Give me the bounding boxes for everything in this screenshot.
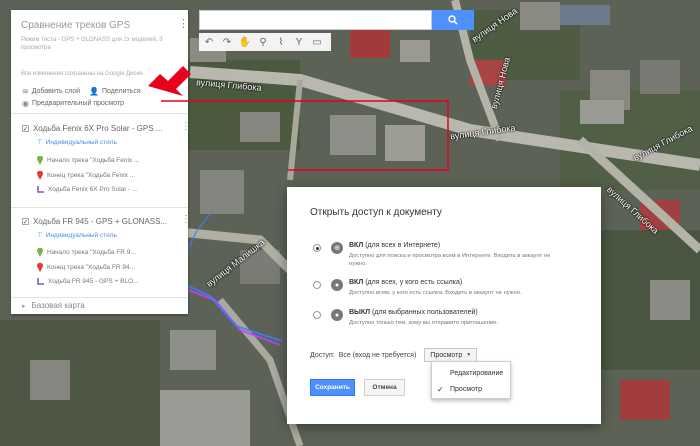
option-description: Доступно для поиска и просмотра всем в И…	[349, 253, 551, 267]
add-person-icon: 👤	[89, 87, 99, 96]
option-description: Доступно только тем, кому вы отправите п…	[349, 320, 499, 326]
feature-label: Начало трека "Ходьба FR 9...	[47, 249, 136, 256]
layer-style-label: Индивидуальный стиль	[45, 231, 117, 239]
person-link-icon: ●	[331, 279, 343, 291]
map-pin-icon	[37, 156, 43, 165]
preview-label: Предварительный просмотр	[31, 100, 125, 107]
layer-title[interactable]: ✓ Ходьба Fenix 6X Pro Solar - GPS ...	[22, 124, 162, 133]
list-item[interactable]: Начало трека "Ходьба FR 9...	[37, 248, 136, 257]
option-heading: ВЫКЛ (для выбранных пользователей)	[349, 309, 478, 316]
paint-roller-icon: ⊤	[37, 232, 43, 239]
eye-icon: ◉	[22, 99, 29, 108]
layers-icon: ≋	[22, 87, 29, 96]
radio-button[interactable]	[313, 281, 321, 289]
share-button[interactable]: 👤 Поделиться	[89, 87, 141, 96]
directions-icon[interactable]: Y	[291, 34, 307, 50]
permission-dropdown[interactable]: Просмотр ▼	[424, 348, 478, 362]
option-heading-bold: ВЫКЛ	[349, 309, 371, 316]
divider	[11, 207, 188, 208]
option-heading-bold: ВКЛ	[349, 242, 364, 249]
more-vert-icon[interactable]: ⋮	[178, 19, 189, 30]
chevron-right-icon: ▸	[22, 302, 26, 310]
layer-style-link[interactable]: ⊤ Индивидуальный стиль	[37, 231, 117, 240]
person-icon: ●	[331, 309, 343, 321]
feature-label: Начало трека "Ходьба Fenix ...	[47, 157, 140, 164]
radio-button[interactable]	[313, 244, 321, 252]
permission-menu: Редактирование ✓ Просмотр	[431, 361, 511, 399]
map-description[interactable]: Режим теста - GPS + GLONASS для 2х модел…	[21, 36, 171, 52]
save-status: Все изменения сохранены на Google Диске	[21, 71, 143, 77]
access-value: Все (вход не требуется)	[338, 351, 417, 359]
save-button[interactable]: Сохранить	[310, 379, 355, 396]
layer-checkbox[interactable]: ✓	[22, 218, 29, 226]
list-item[interactable]: Начало трека "Ходьба Fenix ...	[37, 156, 139, 165]
option-heading-bold: ВКЛ	[349, 279, 364, 286]
map-pin-icon	[37, 171, 43, 180]
preview-button[interactable]: ◉ Предварительный просмотр	[22, 99, 124, 108]
divider	[11, 297, 188, 298]
caret-down-icon: ▼	[466, 352, 472, 358]
line-path-icon	[37, 278, 44, 285]
line-path-icon	[37, 186, 44, 193]
search-input[interactable]	[199, 10, 432, 30]
map-legend-panel: Сравнение треков GPS ⋮ Режим теста - GPS…	[11, 10, 191, 314]
map-title[interactable]: Сравнение треков GPS	[21, 20, 130, 31]
map-pin-icon	[37, 263, 43, 272]
more-vert-icon[interactable]: ⋮	[181, 215, 191, 225]
option-description: Доступно всем, у кого есть ссылка. Входи…	[349, 290, 522, 296]
redo-icon[interactable]: ↷	[219, 34, 235, 50]
menu-item-label: Редактирование	[450, 369, 504, 377]
cancel-button[interactable]: Отмена	[364, 379, 405, 396]
menu-item-view[interactable]: ✓ Просмотр	[432, 381, 512, 397]
option-heading-rest: (для всех в Интернете)	[363, 242, 441, 249]
map-pin-icon	[37, 248, 43, 257]
access-label: Доступ:	[310, 351, 335, 359]
search-icon	[448, 15, 458, 25]
list-item[interactable]: Конец трека "Ходьба FR 94...	[37, 263, 135, 272]
check-icon: ✓	[437, 384, 444, 394]
dialog-title: Открыть доступ к документу	[310, 207, 442, 218]
access-row: Доступ: Все (вход не требуется) Просмотр…	[310, 348, 478, 362]
draw-line-icon[interactable]: ⌇	[273, 34, 289, 50]
add-marker-icon[interactable]: ⚲	[255, 34, 271, 50]
feature-label: Ходьба Fenix 6X Pro Solar - ...	[48, 186, 138, 193]
add-layer-button[interactable]: ≋ Добавить слой	[22, 87, 80, 96]
share-dialog: Открыть доступ к документу ⊕ ВКЛ (для вс…	[287, 187, 601, 424]
option-heading-rest: (для всех, у кого есть ссылка)	[363, 279, 463, 286]
layer-title[interactable]: ✓ Ходьба FR 945 - GPS + GLONASS...	[22, 217, 167, 226]
basemap-label: Базовая карта	[31, 301, 85, 310]
share-label: Поделиться	[101, 88, 141, 95]
undo-icon[interactable]: ↶	[201, 34, 217, 50]
basemap-toggle[interactable]: ▸ Базовая карта	[22, 301, 85, 310]
add-layer-label: Добавить слой	[31, 88, 81, 95]
list-item[interactable]: Ходьба FR 945 - GPS + BLO...	[37, 278, 139, 285]
hand-icon[interactable]: ✋	[237, 34, 253, 50]
list-item[interactable]: Конец трека "Ходьба Fenix ...	[37, 171, 135, 180]
more-vert-icon[interactable]: ⋮	[181, 122, 191, 132]
map-toolbar: ↶ ↷ ✋ ⚲ ⌇ Y ▭	[199, 33, 331, 51]
option-heading-rest: (для выбранных пользователей)	[370, 309, 478, 316]
feature-label: Конец трека "Ходьба Fenix ...	[47, 172, 136, 179]
layer-style-link[interactable]: ⊤ Индивидуальный стиль	[37, 138, 117, 147]
divider	[11, 113, 188, 114]
paint-roller-icon: ⊤	[37, 139, 43, 146]
layer-style-label: Индивидуальный стиль	[45, 138, 117, 146]
menu-item-label: Просмотр	[450, 385, 482, 393]
list-item[interactable]: Ходьба Fenix 6X Pro Solar - ...	[37, 186, 138, 193]
option-heading: ВКЛ (для всех, у кого есть ссылка)	[349, 279, 462, 286]
dropdown-value: Просмотр	[430, 351, 463, 359]
feature-label: Ходьба FR 945 - GPS + BLO...	[48, 278, 139, 285]
layer-checkbox[interactable]: ✓	[22, 125, 29, 133]
globe-icon: ⊕	[331, 242, 343, 254]
layer-title-text: Ходьба Fenix 6X Pro Solar - GPS ...	[33, 124, 163, 133]
ruler-icon[interactable]: ▭	[309, 34, 325, 50]
menu-item-edit[interactable]: Редактирование	[432, 365, 512, 381]
layer-title-text: Ходьба FR 945 - GPS + GLONASS...	[33, 217, 168, 226]
feature-label: Конец трека "Ходьба FR 94...	[47, 264, 136, 271]
option-heading: ВКЛ (для всех в Интернете)	[349, 242, 440, 249]
radio-button[interactable]	[313, 311, 321, 319]
search-button[interactable]	[432, 10, 474, 30]
